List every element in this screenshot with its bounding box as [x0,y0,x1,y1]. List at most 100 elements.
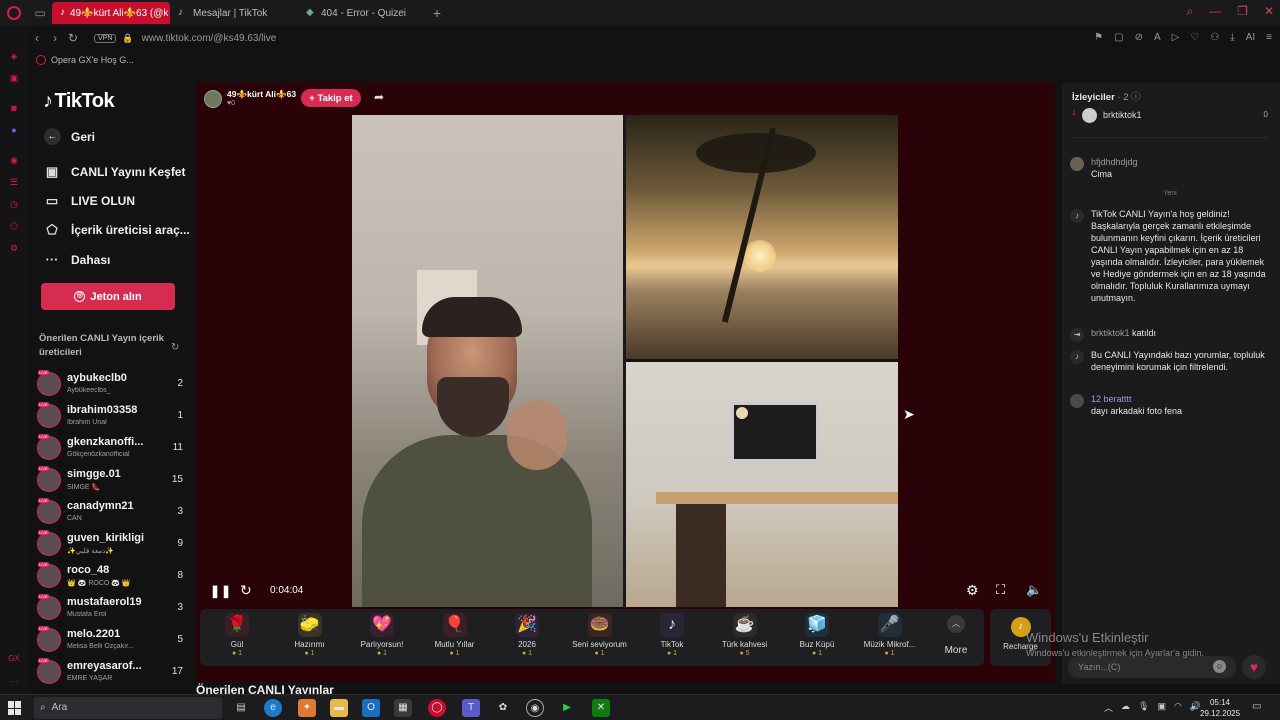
bookmark-opera-gx[interactable]: Opera GX'e Hoş G... [51,55,134,65]
close-window-button[interactable]: ✕ [1264,4,1274,19]
pause-icon[interactable]: ❚❚ [210,584,232,598]
aria-ai-icon[interactable]: AI [1246,32,1255,43]
vpn-badge[interactable]: VPN [94,33,117,43]
creator-item[interactable]: LIVE aybukeclb0 Aybükeeclbs_ 2 [37,370,183,402]
nav-more[interactable]: ··· Dahası [43,252,111,267]
microphone-icon[interactable]: 🎙 [1138,701,1149,714]
gift-item[interactable]: 🎤 Müzik Mikrof... ● 1 [855,613,925,665]
replay-icon[interactable]: ↻ [240,582,252,599]
fullscreen-icon[interactable]: ⛶ [996,582,1005,598]
tray-app-icon[interactable]: ▣ [1157,701,1166,714]
settings-icon[interactable]: ⚙ [8,243,20,254]
heart-icon[interactable]: ♡ [1190,32,1199,43]
tab-tiktok-live[interactable]: ♪ 49⚜️kürt Ali⚜️63 (@k [52,2,170,24]
store-icon[interactable]: ▦ [394,699,412,717]
host-name[interactable]: 49⚜️kürt Ali⚜️63 [227,89,296,100]
twitch-icon[interactable]: ◙ [8,103,20,114]
live-video[interactable] [352,115,898,607]
nav-explore-live[interactable]: ▣ CANLI Yayını Keşfet [43,164,186,180]
creator-item[interactable]: LIVE mustafaerol19 Mustafa Erol 3 [37,594,183,626]
gift-item[interactable]: ♪ TikTok ● 1 [637,613,707,665]
reload-icon[interactable]: ↻ [64,31,82,45]
gx-corner-icon[interactable]: ▣ [8,73,20,84]
chat-message[interactable]: 12 beratttt dayı arkadaki foto fena [1070,393,1270,417]
follow-button[interactable]: + Takip et [301,89,361,107]
opera-logo-icon[interactable] [0,0,28,26]
download-icon[interactable]: ⤓ [1230,32,1234,43]
info-icon[interactable]: ⓘ [1131,92,1141,103]
task-view-icon[interactable]: ▤ [232,699,250,717]
gx-control-icon[interactable]: ◈ [8,51,20,62]
chatgpt-icon[interactable]: ✿ [494,699,512,717]
adblock-icon[interactable]: ⊘ [1135,32,1143,43]
file-explorer-icon[interactable]: ▬ [330,699,348,717]
opera-gx-taskbar-icon[interactable]: ◯ [428,699,446,717]
creator-item[interactable]: LIVE guven_kirikligi ✨دمعة قلبي✨ 9 [37,530,183,562]
sidebar-more-icon[interactable]: … [10,675,18,684]
music-player-icon[interactable]: ◉ [8,155,20,166]
notifications-icon[interactable]: ▭ [1252,701,1261,712]
copilot-icon[interactable]: ✦ [298,699,316,717]
minimize-button[interactable]: — [1209,4,1221,19]
share-icon[interactable]: ➦ [374,90,384,104]
nav-back[interactable]: ← Geri [43,128,95,145]
video-settings-icon[interactable]: ⚙ [966,582,979,599]
creator-item[interactable]: LIVE canadymn21 CAN 3 [37,498,183,530]
gift-item[interactable]: 🌹 Gül ● 1 [202,613,272,665]
gift-item[interactable]: 🎉 2026 ● 1 [492,613,562,665]
refresh-suggestions-icon[interactable]: ↻ [171,342,179,353]
gift-item[interactable]: ☕ Türk kahvesi ● 5 [710,613,780,665]
taskbar-clock[interactable]: 05:14 29.12.2025 [1200,697,1240,719]
viewers-title[interactable]: İzleyiciler · 2 ⓘ [1072,89,1141,103]
app-play-icon[interactable]: ▶ [558,699,576,717]
steam-icon[interactable]: ◉ [526,699,544,717]
host-avatar[interactable] [204,90,222,108]
creator-item[interactable]: LIVE simgge.01 SİMGE 👠 15 [37,466,183,498]
extensions-icon[interactable]: ⬡ [8,221,20,232]
xbox-icon[interactable]: ✕ [592,699,610,717]
player-icon[interactable]: ▷ [1172,32,1180,43]
more-gifts-button[interactable]: ︿ More [936,615,976,663]
snapshot-icon[interactable]: ▢ [1114,32,1123,43]
gift-item[interactable]: 🍩 Seni seviyorum ● 1 [565,613,635,665]
gx-icon[interactable]: GX [8,654,20,663]
windows-start-icon[interactable] [8,701,22,715]
nav-creator-tools[interactable]: ⬠ İçerik üreticisi araç... [43,222,189,238]
edge-icon[interactable]: e [264,699,282,717]
creator-item[interactable]: LIVE roco_48 👑 🐼 ROCO 🐼 👑 8 [37,562,183,594]
outlook-icon[interactable]: O [362,699,380,717]
chat-username[interactable]: brktiktok1 [1091,328,1130,338]
like-heart-button[interactable]: ♥ [1242,655,1266,679]
speed-dial-icon[interactable]: ☰ [8,177,20,188]
gift-item[interactable]: 💖 Parlıyorsun! ● 1 [347,613,417,665]
menu-icon[interactable]: ≡ [1266,32,1272,43]
back-icon[interactable]: ‹ [28,31,46,45]
wifi-icon[interactable]: ◠ [1174,701,1182,714]
tray-chevron-icon[interactable]: ︿ [1104,701,1113,714]
volume-icon[interactable]: 🔈 [1026,582,1042,598]
gift-item[interactable]: 🎈 Mutlu Yıllar ● 1 [420,613,490,665]
gift-item[interactable]: 🧊 Buz Küpü ● 1 [782,613,852,665]
chat-message[interactable]: hfjdhdhdjdg Cima [1070,156,1270,180]
emoji-icon[interactable]: ☺ [1213,660,1226,673]
bookmark-icon[interactable]: ⚑ [1094,32,1103,43]
url-field[interactable]: www.tiktok.com/@ks49.63/live [142,33,277,44]
maximize-button[interactable]: ❐ [1237,4,1248,19]
translate-icon[interactable]: A [1154,32,1161,43]
tab-messages[interactable]: ♪ Mesajlar | TikTok [170,2,298,24]
viewer-row[interactable]: 1 brktiktok1 0 [1072,108,1268,124]
tab-quizei-error[interactable]: ◆ 404 - Error - Quizei [298,2,426,24]
creator-item[interactable]: LIVE emreyasarof... EMRE YAŞAR 17 [37,658,183,690]
profile-icon[interactable]: ⚇ [1210,32,1219,43]
get-coins-button[interactable]: ◎ Jeton alın [41,283,175,310]
chat-input[interactable]: Yazın...(C) [1068,656,1236,678]
search-tabs-icon[interactable]: ⌕ [1186,4,1193,19]
creator-item[interactable]: LIVE melo.2201 Melisa Belli Özçakır... 5 [37,626,183,658]
lock-icon[interactable]: 🔒 [122,33,133,44]
tray-app-icon[interactable]: ☁ [1121,701,1130,714]
creator-item[interactable]: LIVE gkenzkanoffi... Gökçenözkanofficial 11 [37,434,183,466]
new-tab-button[interactable]: + [426,5,448,21]
nav-go-live[interactable]: ▭ LIVE OLUN [43,193,135,209]
forward-icon[interactable]: › [46,31,64,45]
workspaces-icon[interactable]: ▭ [28,0,52,26]
